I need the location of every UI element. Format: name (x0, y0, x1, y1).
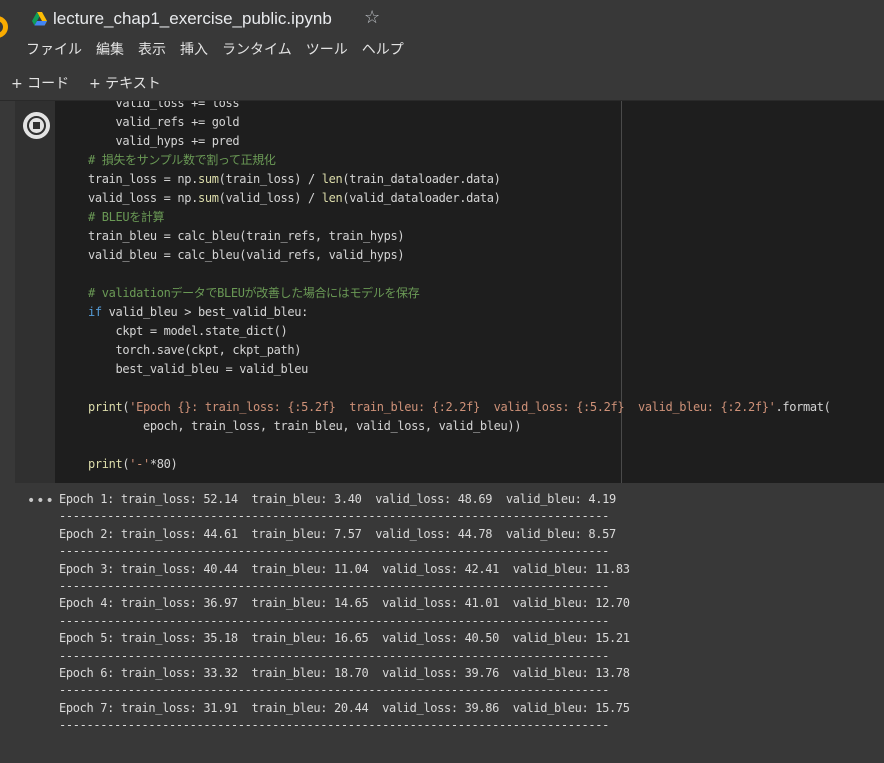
cell-output: ••• Epoch 1: train_loss: 52.14 train_ble… (15, 484, 884, 763)
code-token: sum (198, 191, 219, 205)
code-line: ​ (88, 265, 830, 284)
output-line: ----------------------------------------… (59, 683, 609, 698)
menu-view[interactable]: 表示 (138, 39, 166, 59)
cell-gutter (15, 101, 55, 483)
code-line: ckpt = model.state_dict() (88, 322, 830, 341)
output-text: Epoch 1: train_loss: 52.14 train_bleu: 3… (59, 491, 630, 735)
code-line: # 損失をサンプル数で割って正規化 (88, 151, 830, 170)
code-token: ckpt = model.state_dict() (88, 324, 288, 338)
code-line: valid_loss += loss (88, 101, 830, 113)
code-line: best_valid_bleu = valid_bleu (88, 360, 830, 379)
notebook-title[interactable]: lecture_chap1_exercise_public.ipynb (53, 9, 332, 29)
code-line: # validationデータでBLEUが改善した場合にはモデルを保存 (88, 284, 830, 303)
code-token: best_valid_bleu = valid_bleu (88, 362, 308, 376)
code-token: valid_refs += gold (88, 115, 240, 129)
code-token: # 損失をサンプル数で割って正規化 (88, 153, 276, 167)
menu-help[interactable]: ヘルプ (362, 39, 404, 59)
output-line: ----------------------------------------… (59, 509, 609, 524)
code-token: *80) (149, 457, 178, 471)
code-token: valid_loss = np. (88, 191, 198, 205)
code-line: valid_hyps += pred (88, 132, 830, 151)
menu-file[interactable]: ファイル (26, 39, 82, 59)
code-token: torch.save(ckpt, ckpt_path) (88, 343, 302, 357)
code-token: train_bleu = calc_bleu(train_refs, train… (88, 229, 405, 243)
code-token: if (88, 305, 102, 319)
code-token: # validationデータでBLEUが改善した場合にはモデルを保存 (88, 286, 420, 300)
code-line: valid_refs += gold (88, 113, 830, 132)
output-actions-icon[interactable]: ••• (27, 493, 55, 509)
add-text-cell-button[interactable]: + テキスト (89, 73, 161, 93)
output-line: ----------------------------------------… (59, 718, 609, 733)
code-cell: valid_loss += loss valid_refs += gold va… (15, 101, 884, 483)
code-token: epoch, train_loss, train_bleu, valid_los… (88, 419, 522, 433)
menu-bar: ファイル 編集 表示 挿入 ランタイム ツール ヘルプ (26, 39, 404, 59)
output-line: Epoch 2: train_loss: 44.61 train_bleu: 7… (59, 526, 616, 541)
add-code-cell-button[interactable]: + コード (11, 73, 69, 93)
code-text: valid_loss += loss valid_refs += gold va… (88, 101, 831, 474)
output-line: ----------------------------------------… (59, 613, 609, 628)
output-line: ----------------------------------------… (59, 579, 609, 594)
stop-execution-icon[interactable] (23, 112, 50, 139)
code-token: valid_hyps += pred (88, 134, 240, 148)
code-token: (train_loss) / (218, 172, 322, 186)
code-token: # BLEUを計算 (88, 210, 165, 224)
code-token: valid_bleu > best_valid_bleu: (101, 305, 309, 319)
menu-edit[interactable]: 編集 (96, 39, 124, 59)
output-line: Epoch 3: train_loss: 40.44 train_bleu: 1… (59, 561, 630, 576)
code-token: .format( (775, 400, 831, 414)
code-editor[interactable]: valid_loss += loss valid_refs += gold va… (55, 101, 884, 483)
colab-logo-icon[interactable] (0, 16, 8, 38)
output-line: ----------------------------------------… (59, 544, 609, 559)
code-token: (valid_dataloader.data) (342, 191, 501, 205)
star-icon[interactable]: ☆ (364, 7, 380, 28)
code-token: valid_loss += loss (88, 101, 240, 110)
output-line: Epoch 6: train_loss: 33.32 train_bleu: 1… (59, 666, 630, 681)
code-line: valid_loss = np.sum(valid_loss) / len(va… (88, 189, 830, 208)
code-line: valid_bleu = calc_bleu(valid_refs, valid… (88, 246, 830, 265)
output-line: ----------------------------------------… (59, 648, 609, 663)
code-line: train_bleu = calc_bleu(train_refs, train… (88, 227, 830, 246)
code-line: train_loss = np.sum(train_loss) / len(tr… (88, 170, 830, 189)
code-line: ​ (88, 436, 830, 455)
code-line: print('-'*80) (88, 455, 830, 474)
code-token: (valid_loss) / (218, 191, 322, 205)
code-token: sum (198, 172, 219, 186)
menu-insert[interactable]: 挿入 (180, 39, 208, 59)
notebook-header: lecture_chap1_exercise_public.ipynb ☆ ファ… (0, 0, 884, 66)
output-line: Epoch 5: train_loss: 35.18 train_bleu: 1… (59, 631, 630, 646)
menu-tools[interactable]: ツール (306, 39, 348, 59)
menu-runtime[interactable]: ランタイム (222, 39, 292, 59)
code-token: '-' (129, 457, 150, 471)
code-token: len (321, 172, 343, 186)
code-line: torch.save(ckpt, ckpt_path) (88, 341, 830, 360)
code-token: len (321, 191, 343, 205)
code-token: valid_bleu = calc_bleu(valid_refs, valid… (88, 248, 405, 262)
code-token: (train_dataloader.data) (342, 172, 501, 186)
google-drive-icon[interactable] (32, 12, 47, 26)
code-line: if valid_bleu > best_valid_bleu: (88, 303, 830, 322)
code-line: ​ (88, 379, 830, 398)
code-line: epoch, train_loss, train_bleu, valid_los… (88, 417, 830, 436)
output-line: Epoch 1: train_loss: 52.14 train_bleu: 3… (59, 492, 616, 506)
code-token: print (88, 457, 123, 471)
code-token: 'Epoch {}: train_loss: {:5.2f} train_ble… (129, 400, 776, 414)
code-line: # BLEUを計算 (88, 208, 830, 227)
output-line: Epoch 4: train_loss: 36.97 train_bleu: 1… (59, 596, 630, 611)
code-token: print (88, 400, 123, 414)
output-line: Epoch 7: train_loss: 31.91 train_bleu: 2… (59, 700, 630, 715)
code-token: train_loss = np. (88, 172, 198, 186)
code-line: print('Epoch {}: train_loss: {:5.2f} tra… (88, 398, 831, 417)
toolbar: + コード + テキスト (0, 66, 884, 101)
